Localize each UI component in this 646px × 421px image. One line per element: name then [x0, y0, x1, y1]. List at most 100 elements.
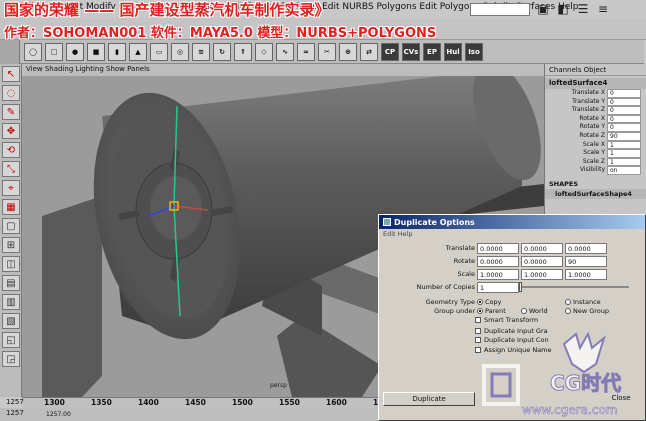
- last-tool-icon[interactable]: ▦: [2, 199, 20, 215]
- torus-icon[interactable]: ◎: [171, 42, 189, 61]
- cut-icon[interactable]: ✂: [318, 42, 336, 61]
- smart-transform-checkbox[interactable]: Smart Transform: [475, 316, 538, 324]
- channel-row[interactable]: Rotate Y0: [545, 123, 646, 132]
- channel-row[interactable]: Translate Z0: [545, 106, 646, 115]
- channel-row[interactable]: Rotate X0: [545, 114, 646, 124]
- channel-row[interactable]: Scale Y1: [545, 149, 646, 158]
- shelf-tab[interactable]: [0, 40, 20, 64]
- plane-icon[interactable]: ▭: [150, 42, 168, 61]
- channel-name: Scale Z: [582, 157, 605, 165]
- ep-curve-icon[interactable]: ≈: [297, 42, 315, 61]
- channel-row[interactable]: Visibility on: [545, 166, 646, 175]
- shelf-cvs-button[interactable]: CVs: [402, 42, 420, 61]
- shelf-cp-button[interactable]: CP: [381, 42, 399, 61]
- scale-y-field[interactable]: 1.0000: [521, 269, 563, 280]
- channel-value-field[interactable]: 90: [607, 131, 641, 141]
- geometry-instance-radio[interactable]: Instance: [565, 298, 601, 306]
- layout-single-icon[interactable]: ▢: [2, 218, 20, 234]
- layout-extra-icon[interactable]: ◲: [2, 351, 20, 367]
- window-icon: [383, 218, 391, 226]
- channel-box-title[interactable]: Channels Object: [545, 64, 646, 76]
- manipulator-icon[interactable]: ⌖: [2, 180, 20, 196]
- cone-icon[interactable]: ▲: [129, 42, 147, 61]
- channel-value-field[interactable]: 1: [607, 157, 641, 167]
- attach-icon[interactable]: ⊕: [339, 42, 357, 61]
- timeline-tick-label: 1300: [44, 398, 65, 407]
- current-frame-label: 1257: [6, 398, 24, 406]
- sphere-icon[interactable]: ●: [66, 42, 84, 61]
- cg-era-watermark-logo: CG时代 www.cgera.com: [482, 331, 622, 417]
- scale-z-field[interactable]: 1.0000: [565, 269, 607, 280]
- timeline-tick-label: 1450: [185, 398, 206, 407]
- translate-z-field[interactable]: 0.0000: [565, 243, 607, 254]
- geometry-copy-radio[interactable]: Copy: [477, 298, 502, 306]
- dialog-menu[interactable]: Edit Help: [379, 229, 645, 240]
- channel-value-field[interactable]: 0: [607, 106, 641, 115]
- channel-row[interactable]: Scale X1: [545, 140, 646, 150]
- revolve-icon[interactable]: ↻: [213, 42, 231, 61]
- mirror-icon[interactable]: ⇄: [360, 42, 378, 61]
- nurbs-square-icon[interactable]: □: [45, 42, 63, 61]
- cube-icon[interactable]: ■: [87, 42, 105, 61]
- lasso-tool-icon[interactable]: ◌: [2, 85, 20, 101]
- layout-graph-icon[interactable]: ▥: [2, 294, 20, 310]
- copies-slider[interactable]: [519, 286, 629, 288]
- channel-row[interactable]: Scale Z1: [545, 157, 646, 167]
- channel-value-field[interactable]: 0: [607, 89, 641, 98]
- paint-select-icon[interactable]: ✎: [2, 104, 20, 120]
- move-tool-icon[interactable]: ✥: [2, 123, 20, 139]
- layout-four-icon[interactable]: ⊞: [2, 237, 20, 253]
- shelf-hull-button[interactable]: Hul: [444, 42, 462, 61]
- planar-icon[interactable]: ◇: [255, 42, 273, 61]
- layout-split-icon[interactable]: ◫: [2, 256, 20, 272]
- name-field[interactable]: [470, 3, 530, 16]
- channel-value-field[interactable]: 0: [607, 97, 641, 107]
- shelf-iso-button[interactable]: Iso: [465, 42, 483, 61]
- render-icon[interactable]: ▣: [536, 3, 550, 16]
- cylinder-icon[interactable]: ▮: [108, 42, 126, 61]
- attribute-editor-icon[interactable]: ☰: [576, 3, 590, 16]
- curve-tool-icon[interactable]: ∿: [276, 42, 294, 61]
- duplicate-button[interactable]: Duplicate: [383, 392, 475, 406]
- channel-value-field[interactable]: 1: [607, 140, 641, 150]
- ipr-icon[interactable]: ◧: [556, 3, 570, 16]
- rotate-z-field[interactable]: 90: [565, 256, 607, 267]
- channel-box-icon[interactable]: ≡: [596, 3, 610, 16]
- channel-value-field[interactable]: on: [607, 166, 641, 175]
- select-tool-icon[interactable]: ↖: [2, 66, 20, 82]
- radio-selected-icon: [477, 299, 483, 305]
- nurbs-circle-icon[interactable]: ◯: [24, 42, 42, 61]
- channel-value-field[interactable]: 0: [607, 123, 641, 132]
- channel-row[interactable]: Rotate Z 90: [545, 131, 646, 141]
- group-new-radio[interactable]: New Group: [565, 307, 609, 315]
- scale-tool-icon[interactable]: ⤡: [2, 161, 20, 177]
- dialog-title-bar[interactable]: Duplicate Options: [379, 215, 645, 229]
- panel-menu[interactable]: View Shading Lighting Show Panels: [22, 64, 544, 76]
- scale-x-field[interactable]: 1.0000: [477, 269, 519, 280]
- group-parent-radio[interactable]: Parent: [477, 307, 506, 315]
- extrude-icon[interactable]: ⇑: [234, 42, 252, 61]
- translate-x-field[interactable]: 0.0000: [477, 243, 519, 254]
- copies-slider-thumb[interactable]: [519, 282, 522, 292]
- rotate-tool-icon[interactable]: ⟲: [2, 142, 20, 158]
- channel-value-field[interactable]: 0: [607, 114, 641, 124]
- rotate-x-field[interactable]: 0.0000: [477, 256, 519, 267]
- loft-icon[interactable]: ≋: [192, 42, 210, 61]
- watermark-url: www.cgera.com: [522, 403, 617, 417]
- channel-value-field[interactable]: 1: [607, 149, 641, 158]
- range-start-field[interactable]: 1257: [6, 409, 32, 419]
- rotate-y-field[interactable]: 0.0000: [521, 256, 563, 267]
- group-world-radio[interactable]: World: [521, 307, 548, 315]
- timeline-tick-label: 1400: [138, 398, 159, 407]
- playback-start-field[interactable]: 1257.00: [46, 411, 72, 421]
- channel-row[interactable]: Translate X0: [545, 89, 646, 98]
- channel-row[interactable]: Translate Y0: [545, 97, 646, 107]
- shelf-ep-button[interactable]: EP: [423, 42, 441, 61]
- channel-box-node-name[interactable]: loftedSurface4: [545, 78, 646, 89]
- channel-box-shape-name[interactable]: loftedSurfaceShape4: [545, 188, 646, 199]
- layout-persp-icon[interactable]: ◱: [2, 332, 20, 348]
- layout-outliner-icon[interactable]: ▤: [2, 275, 20, 291]
- copies-field[interactable]: 1: [477, 282, 519, 293]
- translate-y-field[interactable]: 0.0000: [521, 243, 563, 254]
- layout-hypershade-icon[interactable]: ▧: [2, 313, 20, 329]
